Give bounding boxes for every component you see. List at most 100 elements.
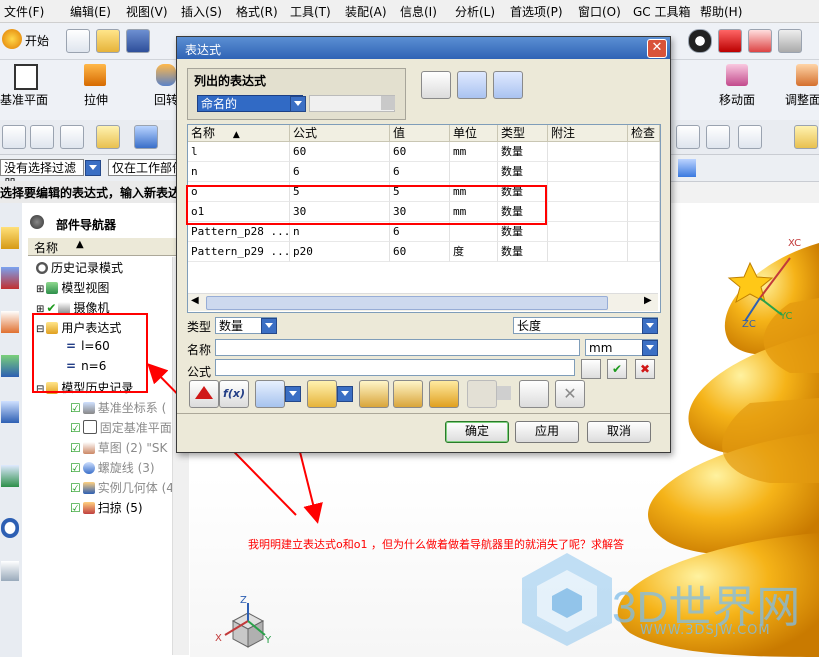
formula-input[interactable] xyxy=(215,359,575,376)
new-file-icon[interactable] xyxy=(66,29,90,53)
save-icon[interactable] xyxy=(126,29,150,53)
apply-button[interactable]: 应用 xyxy=(515,421,579,443)
component-icon[interactable] xyxy=(706,125,730,149)
tree-item-datum-csys[interactable]: ☑ 基准坐标系 ( xyxy=(70,399,166,417)
delete-expression-icon[interactable] xyxy=(189,380,219,408)
open-folder-icon[interactable] xyxy=(429,380,459,408)
chevron-down-icon[interactable] xyxy=(85,160,101,176)
menu-window[interactable]: 窗口(O) xyxy=(578,3,621,20)
chevron-down-icon[interactable] xyxy=(285,386,301,402)
move-face-icon[interactable] xyxy=(726,64,748,86)
export-expressions-icon[interactable] xyxy=(493,71,523,99)
cancel-button[interactable]: 取消 xyxy=(587,421,651,443)
checkbox-checked-icon[interactable]: ☑ xyxy=(70,421,81,435)
expand-icon[interactable]: ⊞ xyxy=(36,284,44,295)
view-cube-icon[interactable] xyxy=(678,159,696,177)
part-navigator-tab-icon[interactable] xyxy=(1,311,19,333)
extrude-icon[interactable] xyxy=(84,64,106,86)
constraint-navigator-tab-icon[interactable] xyxy=(1,267,19,289)
history-tab-icon[interactable] xyxy=(1,465,19,487)
menu-gc-toolbox[interactable]: GC 工具箱 xyxy=(633,3,691,20)
chevron-down-icon[interactable] xyxy=(337,386,353,402)
palette-tab-icon[interactable] xyxy=(1,561,19,581)
checkbox-checked-icon[interactable]: ☑ xyxy=(70,481,81,495)
csys-icon[interactable] xyxy=(738,125,762,149)
menu-edit[interactable]: 编辑(E) xyxy=(70,3,111,20)
extrude-label[interactable]: 拉伸 xyxy=(84,91,108,108)
revolve-icon[interactable] xyxy=(156,64,176,86)
measure-distance-icon[interactable] xyxy=(255,380,285,408)
note-icon[interactable] xyxy=(96,125,120,149)
checkbox-checked-icon[interactable]: ☑ xyxy=(70,461,81,475)
scope-select[interactable]: 仅在工作部件 xyxy=(108,159,178,176)
sort-ascending-icon[interactable]: ▲ xyxy=(76,239,84,250)
section-view-icon[interactable] xyxy=(778,29,802,53)
column-header-check[interactable]: 检查 xyxy=(628,125,660,142)
dialog-title-bar[interactable]: 表达式 xyxy=(177,37,670,59)
column-header-unit[interactable]: 单位 xyxy=(450,125,498,142)
accept-edit-icon[interactable]: ✔ xyxy=(607,359,627,379)
ok-button[interactable]: 确定 xyxy=(445,421,509,443)
scroll-left-icon[interactable]: ◀ xyxy=(191,295,199,306)
checkbox-checked-icon[interactable]: ☑ xyxy=(70,401,81,415)
menu-analysis[interactable]: 分析(L) xyxy=(455,3,495,20)
selection-filter-select[interactable]: 没有选择过滤器 xyxy=(0,159,84,191)
tree-item-helix[interactable]: ☑ 螺旋线 (3) xyxy=(70,459,155,477)
chevron-down-icon[interactable] xyxy=(290,96,306,112)
attribute-icon[interactable] xyxy=(307,380,337,408)
chevron-down-icon[interactable] xyxy=(261,318,277,334)
tree-item-model-views[interactable]: ⊞ 模型视图 xyxy=(36,279,109,297)
refresh-spreadsheet-icon[interactable] xyxy=(519,380,549,408)
grid-icon[interactable] xyxy=(676,125,700,149)
menu-info[interactable]: 信息(I) xyxy=(400,3,437,20)
datum-plane-label[interactable]: 基准平面 xyxy=(0,91,48,108)
menu-view[interactable]: 视图(V) xyxy=(126,3,168,20)
sort-ascending-icon[interactable]: ▲ xyxy=(233,130,240,140)
box-view-icon[interactable] xyxy=(718,29,742,53)
start-logo-icon[interactable] xyxy=(2,29,22,49)
menu-help[interactable]: 帮助(H) xyxy=(700,3,742,20)
open-folder-icon[interactable] xyxy=(96,29,120,53)
name-input[interactable] xyxy=(215,339,580,356)
menu-file[interactable]: 文件(F) xyxy=(4,3,44,20)
render-style-icon[interactable] xyxy=(688,29,712,53)
tree-item-sketch[interactable]: ☑ 草图 (2) "SK xyxy=(70,439,167,457)
column-header-value[interactable]: 值 xyxy=(390,125,450,142)
tree-item-history-mode[interactable]: 历史记录模式 xyxy=(36,259,123,277)
tree-item-instance-geometry[interactable]: ☑ 实例几何体 (4) xyxy=(70,479,179,497)
spreadsheet-edit-icon[interactable] xyxy=(421,71,451,99)
assembly-icon[interactable] xyxy=(134,125,158,149)
table-horizontal-scrollbar[interactable]: ◀ ▶ xyxy=(188,293,658,311)
navigator-column-header[interactable]: 名称 ▲ xyxy=(28,238,190,256)
measure-icon[interactable] xyxy=(794,125,818,149)
menu-tools[interactable]: 工具(T) xyxy=(290,3,331,20)
scroll-right-icon[interactable]: ▶ xyxy=(644,295,652,306)
wireframe-view-icon[interactable] xyxy=(748,29,772,53)
resize-face-icon[interactable] xyxy=(796,64,818,86)
start-button[interactable]: 开始 xyxy=(25,32,49,49)
checkbox-checked-icon[interactable]: ☑ xyxy=(70,501,81,515)
datum-plane-icon[interactable] xyxy=(14,64,38,90)
scroll-thumb[interactable] xyxy=(206,296,608,310)
snap-icon[interactable] xyxy=(2,125,26,149)
tree-item-fixed-datum-plane[interactable]: ☑ 固定基准平面 xyxy=(70,419,172,437)
move-face-label[interactable]: 移动面 xyxy=(719,91,755,108)
menu-preferences[interactable]: 首选项(P) xyxy=(510,3,563,20)
formula-edit-icon[interactable] xyxy=(581,359,601,379)
close-icon[interactable]: ✕ xyxy=(647,39,667,58)
tree-item-sweep[interactable]: ☑ 扫掠 (5) xyxy=(70,499,143,517)
resize-face-label[interactable]: 调整面大小 xyxy=(785,91,819,108)
menu-format[interactable]: 格式(R) xyxy=(236,3,278,20)
reference-icon[interactable] xyxy=(359,380,389,408)
assembly-navigator-tab-icon[interactable] xyxy=(1,227,19,249)
column-header-type[interactable]: 类型 xyxy=(498,125,548,142)
column-header-formula[interactable]: 公式 xyxy=(290,125,390,142)
pin-icon[interactable] xyxy=(30,215,44,229)
clock-icon[interactable] xyxy=(1,518,19,538)
column-header-name[interactable]: 名称 ▲ xyxy=(188,125,290,142)
function-fx-icon[interactable]: f(x) xyxy=(219,380,249,408)
column-header-comment[interactable]: 附注 xyxy=(548,125,628,142)
dimension-select[interactable]: 长度 xyxy=(513,317,658,334)
link-expression-icon[interactable] xyxy=(393,380,423,408)
web-browser-tab-icon[interactable] xyxy=(1,401,19,423)
